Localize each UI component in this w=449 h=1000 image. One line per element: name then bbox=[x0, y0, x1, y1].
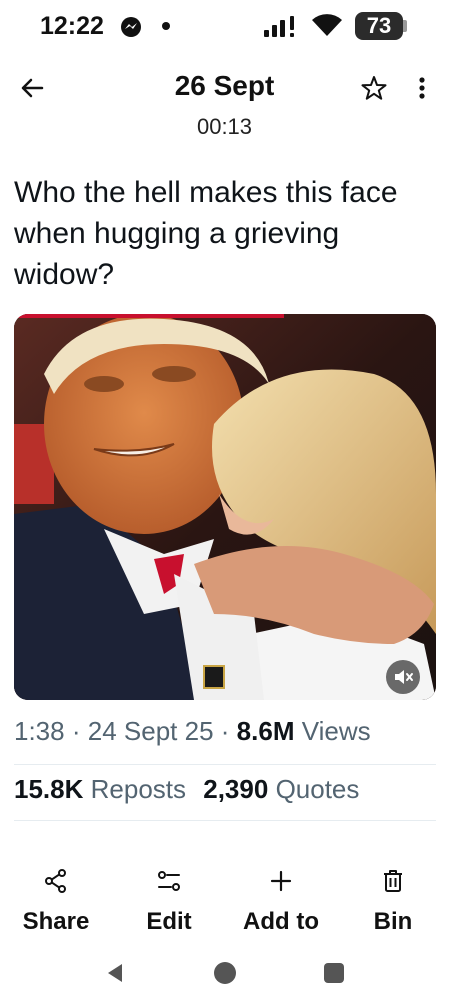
screen: 12:22 73 26 Sept 00:13 Who the hell make… bbox=[0, 0, 449, 1000]
video-frame bbox=[14, 314, 436, 700]
battery-cap bbox=[403, 20, 407, 32]
reposts-label[interactable]: Reposts bbox=[91, 774, 186, 804]
reposts-count[interactable]: 15.8K bbox=[14, 774, 83, 804]
meta-separator: · bbox=[220, 716, 230, 746]
post-text: Who the hell makes this face when huggin… bbox=[14, 176, 398, 291]
post-time: 1:38 bbox=[14, 716, 65, 746]
share-label: Share bbox=[22, 908, 90, 935]
nav-back-icon[interactable] bbox=[104, 962, 126, 984]
edit-button[interactable]: Edit bbox=[119, 868, 219, 936]
battery-indicator: 73 bbox=[355, 12, 407, 40]
quotes-count[interactable]: 2,390 bbox=[203, 774, 268, 804]
nav-home-icon[interactable] bbox=[214, 962, 236, 984]
divider bbox=[14, 764, 436, 765]
edit-sliders-icon bbox=[158, 871, 180, 891]
views-count: 8.6M bbox=[236, 716, 295, 746]
post-stats: 15.8K Reposts 2,390 Quotes bbox=[14, 774, 359, 805]
header-subtitle: 00:13 bbox=[196, 114, 253, 139]
plus-icon bbox=[270, 870, 292, 892]
notification-dot-icon bbox=[162, 22, 170, 30]
status-bar: 12:22 73 bbox=[0, 0, 449, 52]
quotes-label[interactable]: Quotes bbox=[276, 774, 360, 804]
bin-button[interactable]: Bin bbox=[343, 868, 443, 936]
edit-label: Edit bbox=[146, 908, 192, 935]
mute-button[interactable] bbox=[386, 660, 420, 694]
signal-icon bbox=[264, 16, 294, 37]
messenger-icon bbox=[121, 17, 141, 37]
views-label[interactable]: Views bbox=[302, 716, 371, 746]
bin-label: Bin bbox=[373, 908, 413, 935]
post-date: 24 Sept 25 bbox=[87, 716, 214, 746]
volume-muted-icon bbox=[395, 670, 413, 684]
post-media-video[interactable] bbox=[14, 314, 436, 700]
status-time: 12:22 bbox=[40, 12, 104, 40]
add-to-button[interactable]: Add to bbox=[231, 868, 331, 936]
battery-level: 73 bbox=[366, 13, 392, 38]
share-button[interactable]: Share bbox=[6, 868, 106, 936]
divider bbox=[14, 820, 436, 821]
star-icon[interactable] bbox=[360, 74, 388, 102]
post-meta: 1:38 · 24 Sept 25 · 8.6M Views bbox=[14, 716, 371, 747]
share-icon bbox=[45, 869, 66, 893]
meta-separator: · bbox=[71, 716, 81, 746]
add-to-label: Add to bbox=[243, 908, 319, 935]
trash-icon bbox=[384, 870, 402, 892]
nav-recents-icon[interactable] bbox=[324, 963, 344, 983]
wifi-icon bbox=[312, 14, 342, 37]
more-options-icon[interactable] bbox=[410, 74, 434, 102]
